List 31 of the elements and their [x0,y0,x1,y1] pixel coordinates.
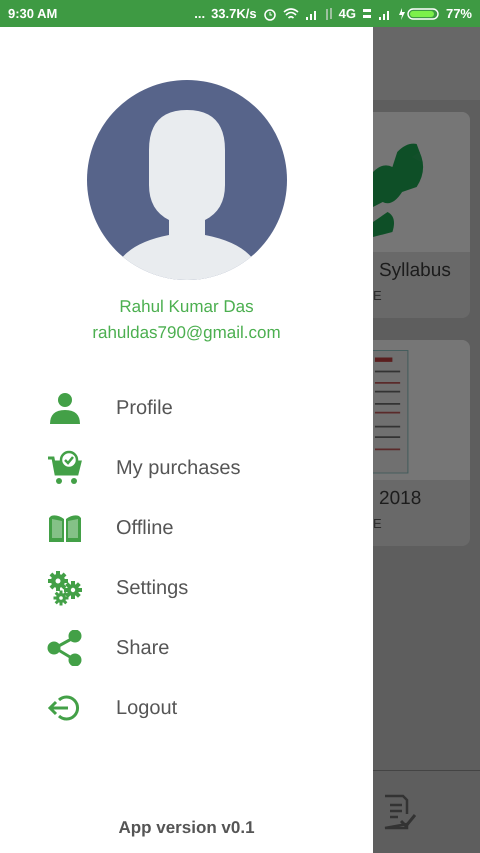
charging-battery-icon [398,6,440,20]
clock-time: 9:30 AM [8,6,58,21]
menu-label: My purchases [116,456,240,480]
share-icon [47,630,83,666]
menu-item[interactable]: Settings [0,558,373,618]
card-title: 2018 [378,488,422,510]
menu-label: Share [116,636,170,660]
menu-item[interactable]: Profile [0,378,373,438]
menu-item[interactable]: Share [0,618,373,678]
menu-label: Offline [116,516,174,540]
network-speed: 33.7K/s [211,6,257,21]
gears-icon [47,570,83,606]
wifi-icon [282,6,299,20]
alarm-icon [262,6,277,20]
app-version: App version v0.1 [118,818,255,838]
battery-percent: 77% [446,6,472,21]
menu-label: Logout [116,696,178,720]
user-name: Rahul Kumar Das [119,297,254,317]
menu-item[interactable]: Offline [0,498,373,558]
card-subtitle: E [373,288,383,303]
card-subtitle: E [373,516,383,531]
menu-label: Profile [116,396,173,420]
card-title: Syllabus [378,260,452,282]
menu-item[interactable]: My purchases [0,438,373,498]
notification-dots: ... [194,6,206,21]
person-icon [47,390,83,426]
cart-icon [47,450,83,486]
menu-label: Settings [116,576,188,600]
user-email: rahuldas790@gmail.com [92,323,281,343]
network-type: 4G [338,6,356,21]
menu-item[interactable]: Logout [0,678,373,738]
